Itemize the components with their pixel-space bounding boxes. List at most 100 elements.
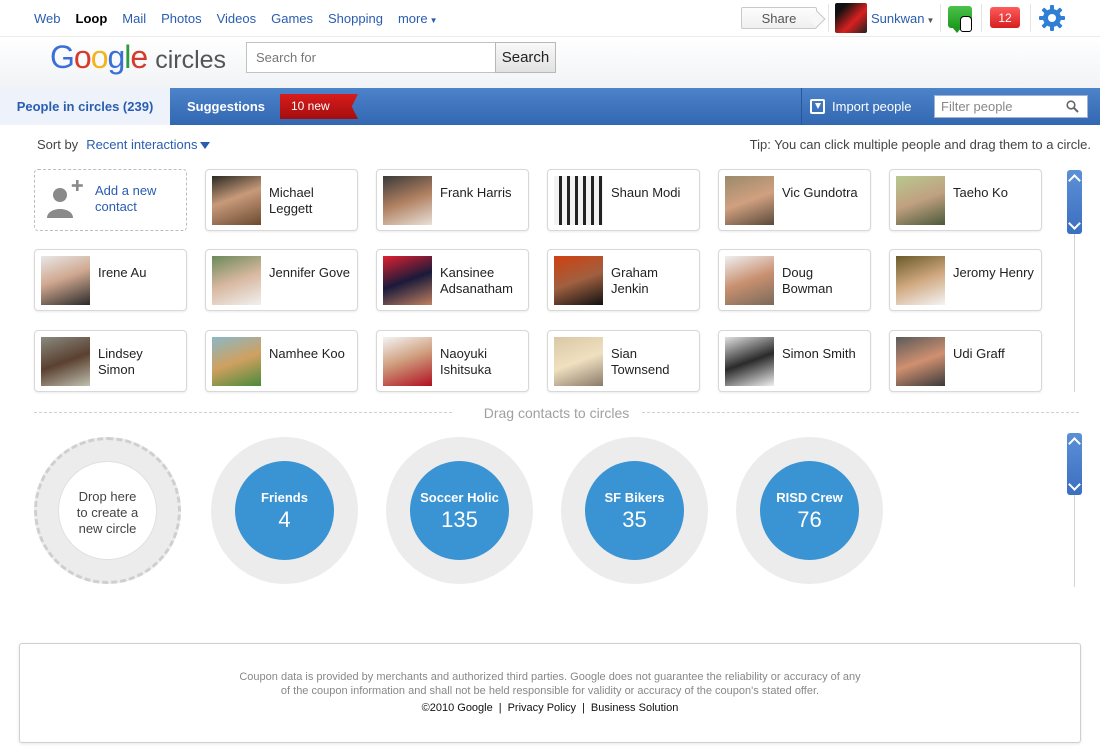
person-name: Namhee Koo xyxy=(269,346,345,361)
nav-games[interactable]: Games xyxy=(271,11,313,26)
person-photo xyxy=(725,176,774,225)
add-contact-card[interactable]: Add a new contact xyxy=(34,169,187,231)
circles-scrollbar[interactable] xyxy=(1067,433,1082,495)
user-name: Sunkwan xyxy=(871,11,925,26)
circle-friends[interactable]: Friends 4 xyxy=(211,437,358,584)
person-card[interactable]: Doug Bowman xyxy=(718,249,871,311)
circle-sf-bikers[interactable]: SF Bikers 35 xyxy=(561,437,708,584)
search-input[interactable] xyxy=(246,42,496,73)
disclaimer-line1: Coupon data is provided by merchants and… xyxy=(239,671,861,683)
person-card[interactable]: Namhee Koo xyxy=(205,330,358,392)
import-icon xyxy=(810,99,825,114)
person-photo xyxy=(383,337,432,386)
privacy-policy-link[interactable]: Privacy Policy xyxy=(508,702,576,714)
search-icon[interactable] xyxy=(1066,100,1079,113)
person-card[interactable]: Udi Graff xyxy=(889,330,1042,392)
person-photo xyxy=(725,256,774,305)
drag-contacts-label: Drag contacts to circles xyxy=(483,405,630,421)
gear-icon[interactable] xyxy=(1039,5,1065,31)
divider xyxy=(940,4,941,32)
person-card[interactable]: Jennifer Gove xyxy=(205,249,358,311)
drop-zone-line2: to create a xyxy=(76,505,139,520)
user-menu[interactable]: Sunkwan ▼ xyxy=(871,11,934,26)
circle-count: 35 xyxy=(622,507,647,532)
person-name: Kansinee Adsanatham xyxy=(440,265,513,296)
scroll-track xyxy=(1074,234,1075,392)
nav-loop[interactable]: Loop xyxy=(76,11,108,26)
google-circles-logo[interactable]: Google circles xyxy=(50,39,226,76)
person-card[interactable]: Jeromy Henry xyxy=(889,249,1042,311)
circle-name: RISD Crew xyxy=(776,490,843,505)
tab-suggestions[interactable]: Suggestions xyxy=(187,99,265,114)
sort-row: Sort by Recent interactions xyxy=(37,137,211,152)
person-photo xyxy=(896,337,945,386)
person-card[interactable]: Irene Au xyxy=(34,249,187,311)
search-button[interactable]: Search xyxy=(495,42,556,73)
filter-people-input[interactable] xyxy=(934,95,1088,118)
share-button[interactable]: Share xyxy=(741,7,817,29)
person-name: Michael Leggett xyxy=(269,185,314,216)
add-contact-label: Add a new contact xyxy=(95,183,156,215)
circle-badge: Soccer Holic 135 xyxy=(410,461,509,560)
product-name: circles xyxy=(155,46,227,74)
people-scrollbar[interactable] xyxy=(1067,170,1082,234)
person-card[interactable]: Graham Jenkin xyxy=(547,249,700,311)
sort-label: Sort by xyxy=(37,137,79,152)
chevron-up-icon xyxy=(1068,437,1081,450)
drop-zone-line1: Drop here xyxy=(78,489,137,504)
avatar[interactable] xyxy=(835,3,867,33)
tab-people-in-circles[interactable]: People in circles (239) xyxy=(0,88,170,125)
circle-badge: RISD Crew 76 xyxy=(760,461,859,560)
circle-count: 76 xyxy=(797,507,822,532)
person-photo xyxy=(554,256,603,305)
person-name: Jeromy Henry xyxy=(953,265,1034,280)
person-card[interactable]: Simon Smith xyxy=(718,330,871,392)
person-photo xyxy=(212,176,261,225)
circle-name: Friends xyxy=(261,490,308,505)
chevron-down-icon xyxy=(1068,478,1081,491)
person-card[interactable]: Lindsey Simon xyxy=(34,330,187,392)
import-people-button[interactable]: Import people xyxy=(810,99,912,114)
person-card[interactable]: Frank Harris xyxy=(376,169,529,231)
person-card[interactable]: Kansinee Adsanatham xyxy=(376,249,529,311)
divider xyxy=(828,4,829,32)
import-people-label: Import people xyxy=(832,99,912,114)
chevron-down-icon xyxy=(200,142,211,150)
add-person-icon xyxy=(47,180,83,218)
nav-mail[interactable]: Mail xyxy=(122,11,146,26)
divider xyxy=(1030,4,1031,32)
person-name: Lindsey Simon xyxy=(98,346,143,377)
sort-dropdown[interactable]: Recent interactions xyxy=(86,137,211,152)
nav-more[interactable]: more ▼ xyxy=(398,11,438,26)
person-photo xyxy=(896,176,945,225)
new-circle-drop-zone[interactable]: Drop here to create a new circle xyxy=(34,437,181,584)
person-card[interactable]: Naoyuki Ishitsuka xyxy=(376,330,529,392)
person-card[interactable]: Shaun Modi xyxy=(547,169,700,231)
person-card[interactable]: Michael Leggett xyxy=(205,169,358,231)
add-contact-line2: contact xyxy=(95,199,137,214)
nav-shopping[interactable]: Shopping xyxy=(328,11,383,26)
circle-risd-crew[interactable]: RISD Crew 76 xyxy=(736,437,883,584)
person-card[interactable]: Sian Townsend xyxy=(547,330,700,392)
chevron-down-icon: ▼ xyxy=(926,16,935,25)
nav-videos[interactable]: Videos xyxy=(217,11,257,26)
circle-soccer-holic[interactable]: Soccer Holic 135 xyxy=(386,437,533,584)
person-photo xyxy=(212,337,261,386)
notification-count-badge[interactable]: 12 xyxy=(990,7,1020,28)
copyright: ©2010 Google xyxy=(421,702,493,714)
person-name: Udi Graff xyxy=(953,346,1005,361)
person-name: Vic Gundotra xyxy=(782,185,858,200)
person-card[interactable]: Taeho Ko xyxy=(889,169,1042,231)
nav-photos[interactable]: Photos xyxy=(161,11,201,26)
business-solution-link[interactable]: Business Solution xyxy=(591,702,678,714)
chevron-up-icon xyxy=(1068,174,1081,187)
person-name: Simon Smith xyxy=(782,346,856,361)
person-card[interactable]: Vic Gundotra xyxy=(718,169,871,231)
nav-web[interactable]: Web xyxy=(34,11,61,26)
drop-zone-line3: new circle xyxy=(78,521,137,536)
person-photo xyxy=(725,337,774,386)
person-name: Naoyuki Ishitsuka xyxy=(440,346,492,377)
person-name: Irene Au xyxy=(98,265,147,280)
new-suggestions-badge[interactable]: 10 new xyxy=(280,94,358,119)
person-photo xyxy=(383,256,432,305)
